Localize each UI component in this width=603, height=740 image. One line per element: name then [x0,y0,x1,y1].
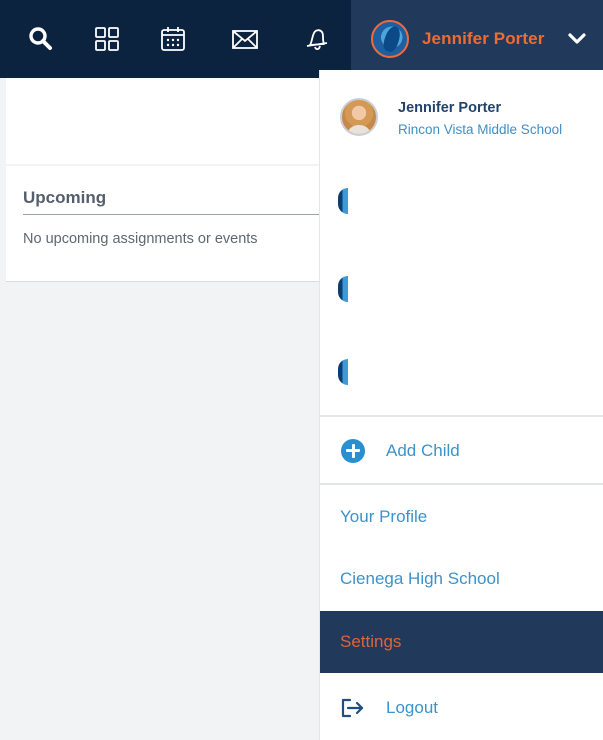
child-avatar[interactable] [338,359,348,385]
child-avatar[interactable] [338,276,348,302]
user-name: Jennifer Porter [422,29,545,48]
logout-button[interactable]: Logout [320,676,603,740]
settings-link[interactable]: Settings [320,611,603,673]
calendar-icon[interactable] [158,24,188,54]
upcoming-card: Upcoming No upcoming assignments or even… [6,166,320,282]
add-child-label: Add Child [386,440,460,460]
grid-icon[interactable] [92,24,122,54]
mail-icon[interactable] [230,24,260,54]
search-icon[interactable] [26,24,56,54]
child-avatar[interactable] [338,188,348,214]
profile-avatar [340,98,378,136]
profile-school: Rincon Vista Middle School [398,122,563,137]
divider [320,483,603,485]
school-link-label: Cienega High School [340,569,500,588]
top-navigation-bar: Jennifer Porter [0,0,603,78]
add-child-button[interactable]: Add Child [320,418,603,483]
settings-label: Settings [340,632,402,651]
logout-label: Logout [386,698,438,717]
dropdown-profile[interactable]: Jennifer Porter Rincon Vista Middle Scho… [320,78,603,158]
your-profile-label: Your Profile [340,507,428,526]
school-link[interactable]: Cienega High School [320,548,603,610]
divider [23,214,320,215]
profile-name: Jennifer Porter [398,100,502,116]
your-profile-link[interactable]: Your Profile [320,486,603,548]
logout-icon [341,698,364,718]
user-dropdown-menu: Jennifer Porter Rincon Vista Middle Scho… [320,70,603,740]
plus-circle-icon [341,438,365,463]
divider [320,415,603,417]
bell-icon[interactable] [302,24,332,54]
upcoming-empty-message: No upcoming assignments or events [23,231,258,247]
chevron-down-icon [568,33,586,44]
user-avatar [371,20,409,58]
content-panel [6,78,320,164]
user-menu-toggle[interactable]: Jennifer Porter [365,0,601,78]
upcoming-title: Upcoming [23,188,107,207]
